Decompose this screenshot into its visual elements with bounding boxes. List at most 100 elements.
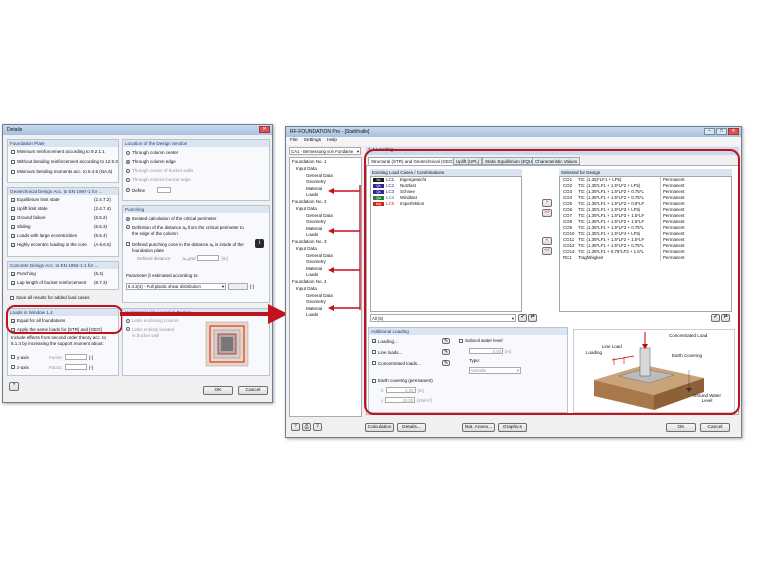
foundation-plate-group: Foundation Plate Minimum reinforcement a… xyxy=(7,139,119,183)
beta-label: Parameter β estimated according to: xyxy=(126,273,199,278)
ref: (2.4.7.4) xyxy=(94,206,111,211)
radio[interactable] xyxy=(126,168,130,173)
geotechnical-header: Geotechnical Design Acc. to EN 1997-1 fo… xyxy=(8,188,118,195)
checkbox[interactable] xyxy=(11,197,15,202)
punch-opt-1[interactable]: Definition of the distance aₑ from the c… xyxy=(126,225,247,236)
checkbox[interactable] xyxy=(11,169,15,174)
calculation-button[interactable]: Calculation xyxy=(365,423,394,432)
beta-select[interactable]: 6.4.3(3) - Full plastic shear distributi… xyxy=(126,283,226,290)
radio[interactable] xyxy=(126,188,130,192)
checkbox[interactable] xyxy=(11,206,15,211)
beta-value-input[interactable] xyxy=(228,283,248,290)
y-factor-input[interactable] xyxy=(65,354,88,360)
loc-opt-2[interactable]: Through center of bucket walls xyxy=(126,168,193,173)
loc-opt-4[interactable]: Define xyxy=(126,187,172,193)
radio[interactable] xyxy=(126,177,130,182)
tree-item-loads[interactable]: Loads xyxy=(306,272,318,277)
menu-settings[interactable]: Settings xyxy=(304,137,321,145)
tree-foundation-1[interactable]: Foundation No. 1 xyxy=(292,159,327,164)
geo-item-4[interactable]: Loads with large eccentricities xyxy=(11,233,77,238)
chevron-down-icon: ▾ xyxy=(221,284,224,289)
concrete-header: Concrete Design Acc. to EN 1992-1-1 for … xyxy=(8,262,118,269)
checkbox[interactable] xyxy=(11,355,15,359)
checkbox[interactable] xyxy=(11,271,15,276)
tree-item-input-data[interactable]: Input Data xyxy=(296,246,317,251)
geo-item-3[interactable]: Sliding xyxy=(11,224,31,229)
radio[interactable] xyxy=(126,327,130,331)
link-opt-1[interactable]: Links entirely located in bucket wall xyxy=(126,327,177,338)
tree-item-loads[interactable]: Loads xyxy=(306,312,318,317)
conc-item-1[interactable]: Lap length of bucket reinforcement xyxy=(11,280,86,285)
define-input[interactable] xyxy=(157,187,172,193)
geo-item-1[interactable]: Uplift limit state xyxy=(11,206,48,211)
info-icon[interactable]: i xyxy=(255,239,264,248)
case-select[interactable]: CA1 - Bemessung von Fundame ▾ xyxy=(289,147,361,155)
close-icon[interactable]: ✕ xyxy=(259,126,270,133)
tree-item-input-data[interactable]: Input Data xyxy=(296,286,317,291)
checkbox[interactable] xyxy=(11,242,15,247)
radio[interactable] xyxy=(126,159,130,164)
punch-opt-0[interactable]: Iterated calculation of the critical per… xyxy=(126,216,217,221)
minimize-icon[interactable]: – xyxy=(704,128,715,135)
details-button[interactable]: Details... xyxy=(397,423,426,432)
maximize-icon[interactable]: □ xyxy=(716,128,727,135)
save-all-results[interactable]: Save all results for added load cases xyxy=(10,295,90,300)
checkbox[interactable] xyxy=(11,233,15,238)
tree-item-input-data[interactable]: Input Data xyxy=(296,166,317,171)
menu-bar: File Settings Help xyxy=(286,137,741,145)
checkbox[interactable] xyxy=(126,242,130,246)
close-icon[interactable]: ✕ xyxy=(728,128,739,135)
z-factor-input[interactable] xyxy=(65,364,88,370)
fp-item-1[interactable]: Without bending reinforcement according … xyxy=(11,159,118,164)
rf-cancel-button[interactable]: Cancel xyxy=(700,423,730,432)
geo-item-5[interactable]: Highly eccentric loading in the core xyxy=(11,242,87,247)
beta-row[interactable]: 6.4.3(3) - Full plastic shear distributi… xyxy=(126,283,254,290)
help-icon[interactable]: ? xyxy=(291,423,300,431)
export-icon[interactable]: ⇪ xyxy=(313,423,322,431)
loc-opt-1[interactable]: Through column edge xyxy=(126,159,176,164)
checkbox[interactable] xyxy=(11,365,15,369)
graphics-button[interactable]: Graphics xyxy=(498,423,527,432)
radio[interactable] xyxy=(126,150,130,155)
fp-item-0[interactable]: Minimum reinforcement according to 9.2.1… xyxy=(11,149,105,154)
geo-item-0[interactable]: Equilibrium limit state xyxy=(11,197,60,202)
foundation-plate-header: Foundation Plate xyxy=(8,140,118,147)
punching-header: Punching xyxy=(123,206,269,213)
checkbox[interactable] xyxy=(11,215,15,220)
checkbox[interactable] xyxy=(10,295,14,300)
checkbox[interactable] xyxy=(11,159,15,164)
checkbox[interactable] xyxy=(11,149,15,154)
menu-file[interactable]: File xyxy=(290,137,298,145)
tree-item-input-data[interactable]: Input Data xyxy=(296,206,317,211)
distance-input[interactable] xyxy=(197,255,220,261)
fp-item-2[interactable]: Minimum bending moments acc. to 6.4.5 (N… xyxy=(11,169,112,174)
ref: (6.5.2) xyxy=(94,215,108,220)
details-info-button[interactable]: ? xyxy=(9,382,19,391)
tree-item-loads[interactable]: Loads xyxy=(306,232,318,237)
details-ok-button[interactable]: OK xyxy=(203,386,233,395)
tree-item-loads[interactable]: Loads xyxy=(306,192,318,197)
loc-opt-3[interactable]: Through exterior bucket edge xyxy=(126,177,191,182)
geotechnical-group: Geotechnical Design Acc. to EN 1997-1 fo… xyxy=(7,187,119,257)
radio[interactable] xyxy=(126,216,130,221)
tree-item-general-data[interactable]: General Data xyxy=(306,173,333,178)
ref: (6.5.4) xyxy=(94,233,108,238)
z-axis-row[interactable]: z-axis Factor: [-] xyxy=(11,364,93,370)
checkbox[interactable] xyxy=(11,224,15,229)
radio[interactable] xyxy=(126,225,130,229)
ref: (2.4.7.2) xyxy=(94,197,111,202)
y-axis-row[interactable]: y-axis Factor: [-] xyxy=(11,354,93,360)
geo-item-2[interactable]: Ground failure xyxy=(11,215,46,220)
nat-annex-button[interactable]: Nat. Annex... xyxy=(462,423,495,432)
loc-opt-0[interactable]: Through column center xyxy=(126,150,178,155)
details-cancel-button[interactable]: Cancel xyxy=(238,386,268,395)
rf-ok-button[interactable]: OK xyxy=(666,423,696,432)
punch-cone-check[interactable]: Defined punching cone in the distance aₑ… xyxy=(126,242,244,253)
menu-help[interactable]: Help xyxy=(327,137,337,145)
print-icon[interactable]: ⎙ xyxy=(302,423,311,431)
highlight-loading-panel xyxy=(364,149,740,415)
conc-item-0[interactable]: Punching xyxy=(11,271,36,276)
rf-titlebar: RF-FOUNDATION Pro - [Stahlhalle] – □ ✕ xyxy=(286,127,741,137)
ref: (8.7.3) xyxy=(94,280,108,285)
checkbox[interactable] xyxy=(11,280,15,285)
